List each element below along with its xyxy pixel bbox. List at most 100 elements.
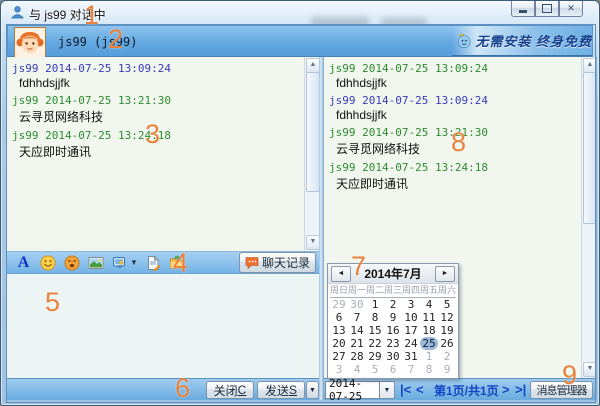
calendar-day[interactable]: 5 — [438, 298, 456, 311]
calendar-day[interactable]: 17 — [402, 324, 420, 337]
calendar-day[interactable]: 19 — [438, 324, 456, 337]
send-options-dropdown[interactable]: ▼ — [306, 381, 319, 399]
calendar-day[interactable]: 18 — [420, 324, 438, 337]
prev-page-button[interactable]: < — [416, 382, 424, 397]
calendar-day[interactable]: 28 — [348, 350, 366, 363]
scroll-down-icon[interactable]: ▼ — [583, 362, 596, 377]
file-icon[interactable] — [145, 254, 162, 271]
calendar-next-month-button[interactable]: ► — [435, 265, 455, 282]
send-button[interactable]: 发送 S — [257, 381, 305, 399]
magic-emoticon-icon[interactable] — [63, 254, 80, 271]
font-icon[interactable]: A — [15, 254, 32, 271]
calendar-day[interactable]: 13 — [330, 324, 348, 337]
calendar-day[interactable]: 20 — [330, 337, 348, 350]
calendar-day[interactable]: 4 — [348, 363, 366, 376]
message-body: fdhhdsjjfk — [19, 76, 70, 90]
calendar-day[interactable]: 30 — [384, 350, 402, 363]
calendar-day[interactable]: 2 — [384, 298, 402, 311]
message-body: fdhhdsjjfk — [336, 108, 387, 122]
calendar-day[interactable]: 29 — [366, 350, 384, 363]
calendar-day[interactable]: 7 — [402, 363, 420, 376]
avatar — [14, 27, 46, 58]
calendar-day[interactable]: 8 — [366, 311, 384, 324]
calendar-day[interactable]: 2 — [438, 350, 456, 363]
calendar-day[interactable]: 21 — [348, 337, 366, 350]
next-page-button[interactable]: > — [502, 382, 510, 397]
calendar-day[interactable]: 3 — [330, 363, 348, 376]
close-icon: ✕ — [567, 3, 575, 13]
calendar-day[interactable]: 31 — [402, 350, 420, 363]
calendar-day[interactable]: 14 — [348, 324, 366, 337]
screenshot-dropdown-icon[interactable]: ▼ — [130, 258, 138, 267]
calendar-day[interactable]: 24 — [402, 337, 420, 350]
calendar-day[interactable]: 26 — [438, 337, 456, 350]
calendar-day[interactable]: 16 — [384, 324, 402, 337]
close-button[interactable]: ✕ — [559, 1, 583, 17]
calendar-day[interactable]: 23 — [384, 337, 402, 350]
scroll-thumb[interactable] — [583, 72, 596, 224]
calendar-day[interactable]: 11 — [420, 311, 438, 324]
chat-history-button[interactable]: 聊天记录 — [238, 252, 316, 273]
calendar-day[interactable]: 9 — [384, 311, 402, 324]
calendar-day[interactable]: 7 — [348, 311, 366, 324]
scroll-down-icon[interactable]: ▼ — [306, 235, 319, 250]
calendar-weekday: 周五 — [420, 284, 438, 298]
user-info-bar: js99 (js99) 无需安装 终身免费 — [7, 25, 593, 58]
calendar-day[interactable]: 3 — [402, 298, 420, 311]
calendar-day-selected[interactable]: 25 — [420, 337, 438, 350]
calendar-day[interactable]: 4 — [420, 298, 438, 311]
calendar-weekday: 周一 — [348, 284, 366, 298]
date-field[interactable]: 2014-07-25 — [325, 377, 380, 403]
calendar-prev-month-button[interactable]: ◄ — [331, 265, 351, 282]
minimize-button[interactable] — [511, 1, 535, 17]
calendar-day[interactable]: 6 — [384, 363, 402, 376]
calendar-day[interactable]: 30 — [348, 298, 366, 311]
first-page-button[interactable]: |< — [400, 382, 411, 397]
maximize-icon — [542, 4, 552, 13]
message-input[interactable] — [7, 274, 319, 378]
last-page-button[interactable]: >| — [515, 382, 526, 397]
calendar-day[interactable]: 22 — [366, 337, 384, 350]
calendar-day[interactable]: 1 — [420, 350, 438, 363]
emoticon-icon[interactable] — [39, 254, 56, 271]
message-header: js99 2014-07-25 13:24:18 — [12, 129, 171, 142]
folder-icon[interactable] — [169, 254, 186, 271]
message-header: js99 2014-07-25 13:09:24 — [329, 62, 488, 75]
scroll-thumb[interactable] — [306, 72, 319, 192]
message-body: 云寻觅网络科技 — [336, 142, 421, 156]
scroll-up-icon[interactable]: ▲ — [306, 58, 319, 73]
calendar-day[interactable]: 1 — [366, 298, 384, 311]
calendar-day[interactable]: 9 — [438, 363, 456, 376]
calendar-weekday: 周六 — [438, 284, 456, 298]
message-header: js99 2014-07-25 13:09:24 — [12, 62, 171, 75]
date-combo[interactable]: 2014-07-25 ▼ — [325, 377, 395, 403]
calendar-day[interactable]: 6 — [330, 311, 348, 324]
date-dropdown-icon[interactable]: ▼ — [380, 381, 395, 399]
chat-history-label: 聊天记录 — [261, 256, 310, 270]
window-title: 与 js99 对话中 — [29, 8, 106, 22]
calendar-day[interactable]: 15 — [366, 324, 384, 337]
font-letter: A — [17, 253, 30, 271]
image-icon[interactable] — [87, 254, 104, 271]
calendar-day[interactable]: 12 — [438, 311, 456, 324]
chat-message: js99 2014-07-25 13:09:24 fdhhdsjjfk — [7, 60, 319, 92]
calendar-weekday: 周日 — [330, 284, 348, 298]
calendar-weekday: 周四 — [402, 284, 420, 298]
calendar-day[interactable]: 5 — [366, 363, 384, 376]
minimize-icon — [519, 10, 527, 13]
calendar-day[interactable]: 27 — [330, 350, 348, 363]
calendar-day[interactable]: 10 — [402, 311, 420, 324]
history-scrollbar[interactable]: ▲ ▼ — [581, 57, 596, 378]
calendar-day[interactable]: 8 — [420, 363, 438, 376]
maximize-button[interactable] — [535, 1, 559, 17]
next-month-icon: ► — [441, 270, 449, 277]
title-bar[interactable]: 与 js99 对话中 ✕ — [1, 1, 599, 28]
message-manager-button[interactable]: 消息管理器 — [530, 381, 593, 399]
calendar-day[interactable]: 29 — [330, 298, 348, 311]
chat-scrollbar[interactable]: ▲ ▼ — [304, 57, 319, 251]
close-chat-button[interactable]: 关闭 C — [206, 381, 254, 399]
date-picker-calendar: ◄ 2014年7月 ► 周日 周一 周二 周三 周四 周五 周六 29 30 1 2 3 4 5 6 7 8 9… — [327, 263, 459, 379]
message-body: 天应即时通讯 — [336, 177, 409, 191]
screenshot-icon[interactable] — [111, 254, 128, 271]
scroll-up-icon[interactable]: ▲ — [583, 58, 596, 73]
